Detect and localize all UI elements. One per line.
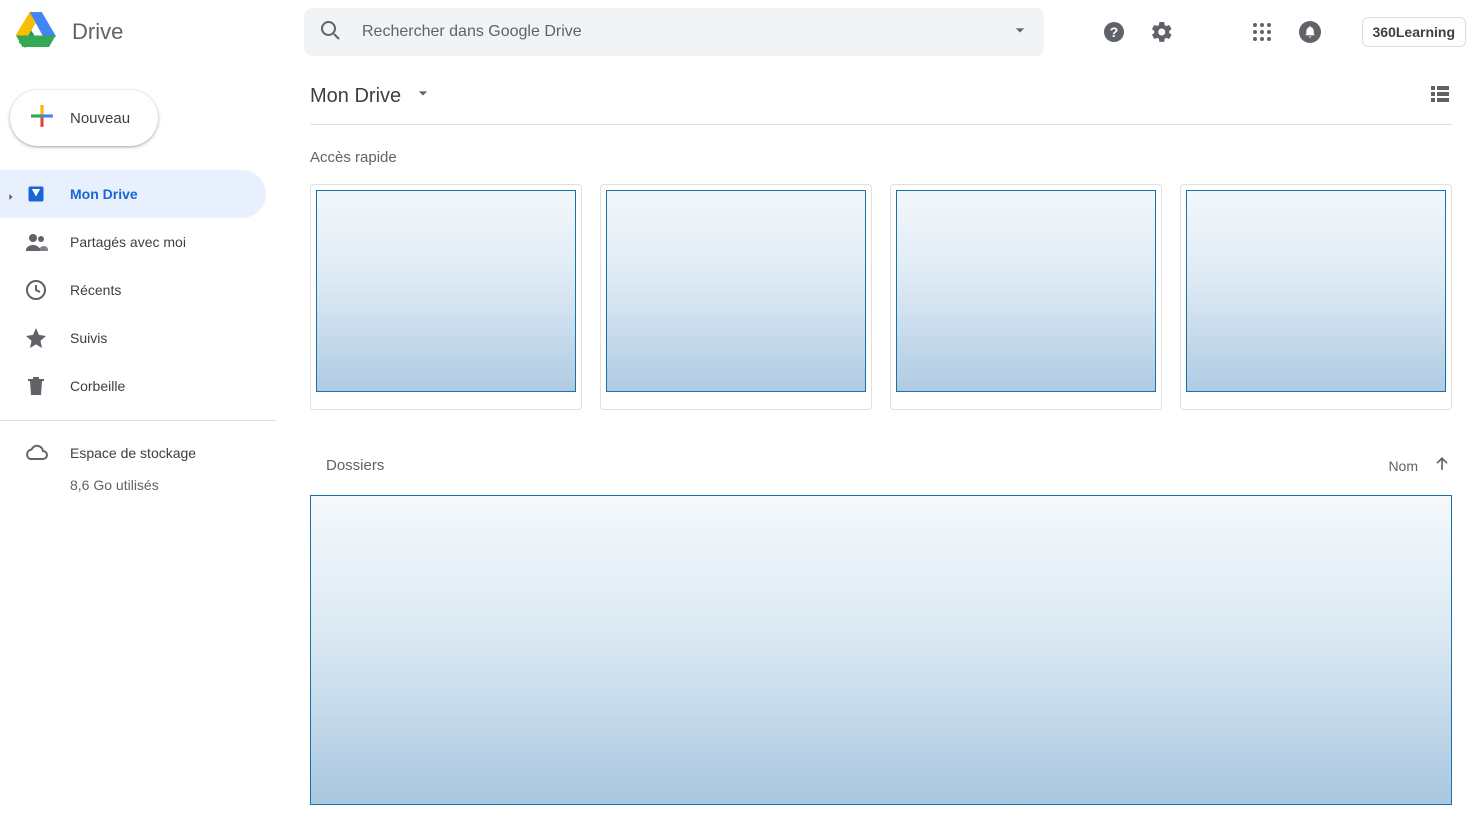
help-icon[interactable]: ? (1102, 20, 1126, 44)
quick-access-heading: Accès rapide (310, 149, 1452, 166)
search-bar[interactable]: Rechercher dans Google Drive (304, 8, 1044, 56)
storage-used: 8,6 Go utilisés (0, 477, 276, 493)
account-chip[interactable]: 360Learning (1362, 17, 1466, 47)
card-footer (891, 397, 1161, 409)
sidebar-item-recent[interactable]: Récents (0, 266, 266, 314)
sidebar-item-label: Mon Drive (70, 186, 138, 202)
sidebar-item-label: Récents (70, 282, 121, 298)
search-input[interactable]: Rechercher dans Google Drive (362, 23, 582, 41)
folders-heading: Dossiers (310, 457, 384, 474)
thumbnail-placeholder (316, 190, 576, 392)
thumbnail-placeholder (606, 190, 866, 392)
sidebar-item-my-drive[interactable]: Mon Drive (0, 170, 266, 218)
breadcrumb[interactable]: Mon Drive (310, 83, 433, 109)
divider (310, 124, 1452, 125)
storage-label: Espace de stockage (70, 445, 196, 461)
path-bar: Mon Drive (310, 68, 1452, 124)
new-button-label: Nouveau (70, 110, 130, 127)
card-footer (1181, 397, 1451, 409)
new-button[interactable]: Nouveau (10, 90, 158, 146)
plus-icon (28, 102, 56, 134)
quick-access-card[interactable] (890, 184, 1162, 410)
breadcrumb-title: Mon Drive (310, 85, 401, 108)
trash-icon (24, 374, 48, 398)
sidebar-item-label: Corbeille (70, 378, 125, 394)
folders-panel-placeholder[interactable] (310, 495, 1452, 805)
arrow-up-icon (1432, 454, 1452, 477)
settings-gear-icon[interactable] (1150, 20, 1174, 44)
cloud-icon (24, 441, 48, 465)
apps-grid-icon[interactable] (1250, 20, 1274, 44)
quick-access-card[interactable] (1180, 184, 1452, 410)
people-icon (24, 230, 48, 254)
view-list-icon[interactable] (1428, 82, 1452, 111)
divider (0, 420, 276, 421)
drive-icon (24, 182, 48, 206)
quick-access-card[interactable] (310, 184, 582, 410)
quick-access-card[interactable] (600, 184, 872, 410)
thumbnail-placeholder (1186, 190, 1446, 392)
folders-header: Dossiers Nom (310, 454, 1452, 477)
search-icon (318, 18, 342, 47)
search-options-dropdown-icon[interactable] (1010, 20, 1030, 45)
sidebar-nav: Mon Drive Partagés avec moi Récents Suiv… (0, 170, 276, 410)
main-content: Mon Drive Accès rapide (276, 64, 1482, 828)
star-icon (24, 326, 48, 350)
sidebar-item-shared[interactable]: Partagés avec moi (0, 218, 266, 266)
app-header: Drive Rechercher dans Google Drive ? (0, 0, 1482, 64)
app-name: Drive (72, 19, 123, 45)
sidebar-item-label: Suivis (70, 330, 107, 346)
sidebar-item-trash[interactable]: Corbeille (0, 362, 266, 410)
thumbnail-placeholder (896, 190, 1156, 392)
chevron-down-icon (413, 83, 433, 109)
sidebar-item-starred[interactable]: Suivis (0, 314, 266, 362)
svg-text:?: ? (1109, 24, 1118, 40)
sort-label: Nom (1388, 458, 1418, 474)
logo-block[interactable]: Drive (16, 10, 264, 55)
card-footer (311, 397, 581, 409)
quick-access-row (310, 184, 1452, 410)
sort-control[interactable]: Nom (1388, 454, 1452, 477)
header-actions: ? 360Learning (1102, 17, 1466, 47)
notifications-bell-icon[interactable] (1298, 20, 1322, 44)
sidebar: Nouveau Mon Drive Partagés avec moi (0, 64, 276, 828)
drive-logo-icon (16, 10, 56, 55)
sidebar-item-label: Partagés avec moi (70, 234, 186, 250)
expand-caret-icon[interactable] (6, 189, 16, 199)
sidebar-item-storage[interactable]: Espace de stockage (0, 435, 276, 471)
clock-icon (24, 278, 48, 302)
card-footer (601, 397, 871, 409)
